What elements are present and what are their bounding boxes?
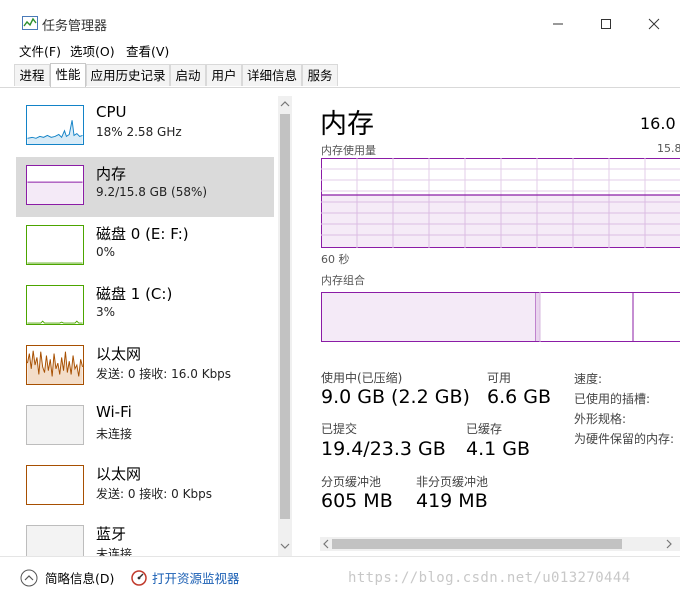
committed-label: 已提交 — [321, 422, 358, 436]
open-resource-monitor-link[interactable]: 打开资源监视器 — [130, 568, 240, 587]
sidebar-item-memory[interactable]: 内存 9.2/15.8 GB (58%) — [16, 157, 274, 217]
wifi-mini-graph — [26, 405, 84, 445]
less-details-label: 简略信息(D) — [45, 571, 115, 586]
maximize-icon — [601, 19, 611, 29]
sidebar-item-label: 内存 — [96, 165, 127, 183]
sidebar-scroll-thumb[interactable] — [280, 114, 290, 519]
sidebar-item-detail: 0% — [96, 245, 116, 259]
memory-mini-graph — [26, 165, 84, 205]
graph-time-label: 60 秒 — [321, 253, 350, 266]
ethernet-1-mini-graph — [26, 345, 84, 385]
tab-services[interactable]: 服务 — [302, 64, 338, 86]
sidebar-item-detail: 发送: 0 接收: 0 Kbps — [96, 487, 212, 501]
tab-performance[interactable]: 性能 — [50, 63, 86, 87]
disk-0-mini-graph — [26, 225, 84, 265]
menu-options[interactable]: 选项(O) — [70, 41, 115, 60]
main-horizontal-scrollbar[interactable] — [320, 537, 680, 551]
sidebar-item-wifi[interactable]: Wi-Fi 未连接 — [16, 397, 274, 457]
sidebar-item-label: 磁盘 1 (C:) — [96, 285, 173, 303]
nonpaged-pool-label: 非分页缓冲池 — [416, 475, 489, 489]
chevron-up-circle-icon — [20, 569, 38, 586]
sidebar-item-label: 磁盘 0 (E: F:) — [96, 225, 189, 243]
paged-pool-label: 分页缓冲池 — [321, 475, 382, 489]
cached-label: 已缓存 — [466, 422, 503, 436]
menu-file[interactable]: 文件(F) — [19, 41, 61, 60]
main-horizontal-scroll-thumb[interactable] — [332, 539, 622, 549]
sidebar-item-ethernet-1[interactable]: 以太网 发送: 0 接收: 16.0 Kbps — [16, 337, 274, 397]
menu-bar: 文件(F) 选项(O) 查看(V) — [0, 40, 680, 60]
paged-pool-value: 605 MB — [321, 490, 393, 512]
sidebar-item-detail: 发送: 0 接收: 16.0 Kbps — [96, 367, 232, 381]
form-factor-label: 外形规格: — [574, 412, 627, 426]
resource-monitor-label: 打开资源监视器 — [152, 571, 240, 586]
maximize-button[interactable] — [586, 10, 626, 38]
in-use-value: 9.0 GB (2.2 GB) — [321, 386, 470, 408]
cached-value: 4.1 GB — [466, 438, 531, 460]
sidebar-item-label: Wi-Fi — [96, 403, 132, 421]
page-title: 内存 — [320, 109, 374, 140]
cpu-mini-graph — [26, 105, 84, 145]
memory-total: 16.0 — [640, 114, 676, 133]
usage-graph-max: 15.8 — [657, 142, 680, 155]
usage-graph-label: 内存使用量 — [321, 144, 376, 157]
sidebar-item-disk-0[interactable]: 磁盘 0 (E: F:) 0% — [16, 217, 274, 277]
slots-label: 已使用的插槽: — [574, 392, 651, 406]
memory-detail-panel: 内存 16.0 内存使用量 15.8 60 秒 内存组合 使用中(已压缩) 9.… — [306, 96, 680, 556]
sidebar-item-detail: 18% 2.58 GHz — [96, 125, 182, 139]
sidebar-item-detail: 3% — [96, 305, 116, 319]
window-title: 任务管理器 — [42, 19, 108, 34]
title-bar: 任务管理器 — [0, 0, 680, 40]
sidebar-item-label: 蓝牙 — [96, 525, 127, 543]
composition-label: 内存组合 — [321, 274, 365, 287]
tab-strip: 进程 性能 应用历史记录 启动 用户 详细信息 服务 — [0, 63, 680, 88]
nonpaged-pool-value: 419 MB — [416, 490, 488, 512]
memory-composition-bar — [321, 292, 680, 342]
scroll-down-icon[interactable] — [278, 540, 292, 552]
disk-1-mini-graph — [26, 285, 84, 325]
less-details-button[interactable]: 简略信息(D) — [20, 568, 114, 587]
sidebar-item-label: 以太网 — [96, 465, 142, 483]
sidebar-item-disk-1[interactable]: 磁盘 1 (C:) 3% — [16, 277, 274, 337]
tab-users[interactable]: 用户 — [206, 64, 242, 86]
available-value: 6.6 GB — [487, 386, 552, 408]
resource-monitor-icon — [131, 569, 147, 586]
scroll-right-icon[interactable] — [664, 537, 674, 551]
sidebar-item-label: 以太网 — [96, 345, 142, 363]
scroll-left-icon[interactable] — [321, 537, 331, 551]
task-manager-window: 任务管理器 文件(F) 选项(O) 查看(V) 进程 性能 应用历史记录 启动 … — [0, 0, 680, 600]
close-button[interactable] — [634, 10, 674, 38]
sidebar-item-label: CPU — [96, 103, 127, 121]
watermark: https://blog.csdn.net/u013270444 — [348, 570, 631, 586]
task-manager-app-icon — [22, 16, 38, 30]
in-use-label: 使用中(已压缩) — [321, 371, 403, 385]
resource-list: CPU 18% 2.58 GHz 内存 9.2/15.8 GB (58%) 磁盘… — [16, 96, 274, 556]
scroll-up-icon[interactable] — [278, 98, 292, 110]
sidebar-item-ethernet-2[interactable]: 以太网 发送: 0 接收: 0 Kbps — [16, 457, 274, 517]
minimize-icon — [553, 23, 563, 25]
close-icon — [648, 18, 660, 30]
tab-startup[interactable]: 启动 — [170, 64, 206, 86]
minimize-button[interactable] — [538, 10, 578, 38]
speed-label: 速度: — [574, 372, 603, 386]
bluetooth-mini-graph — [26, 525, 84, 556]
tab-processes[interactable]: 进程 — [14, 64, 50, 86]
sidebar-item-detail: 9.2/15.8 GB (58%) — [96, 185, 208, 199]
sidebar-item-detail: 未连接 — [96, 427, 133, 441]
hardware-reserved-label: 为硬件保留的内存: — [574, 432, 675, 446]
menu-view[interactable]: 查看(V) — [126, 41, 169, 60]
ethernet-2-mini-graph — [26, 465, 84, 505]
sidebar-item-detail: 未连接 — [96, 547, 133, 556]
memory-usage-graph — [321, 158, 680, 248]
tab-details[interactable]: 详细信息 — [242, 64, 302, 86]
tab-app-history[interactable]: 应用历史记录 — [86, 64, 170, 86]
sidebar-scrollbar[interactable] — [278, 96, 292, 556]
committed-value: 19.4/23.3 GB — [321, 438, 446, 460]
available-label: 可用 — [487, 371, 512, 385]
sidebar-item-bluetooth[interactable]: 蓝牙 未连接 — [16, 517, 274, 556]
sidebar-item-cpu[interactable]: CPU 18% 2.58 GHz — [16, 97, 274, 157]
